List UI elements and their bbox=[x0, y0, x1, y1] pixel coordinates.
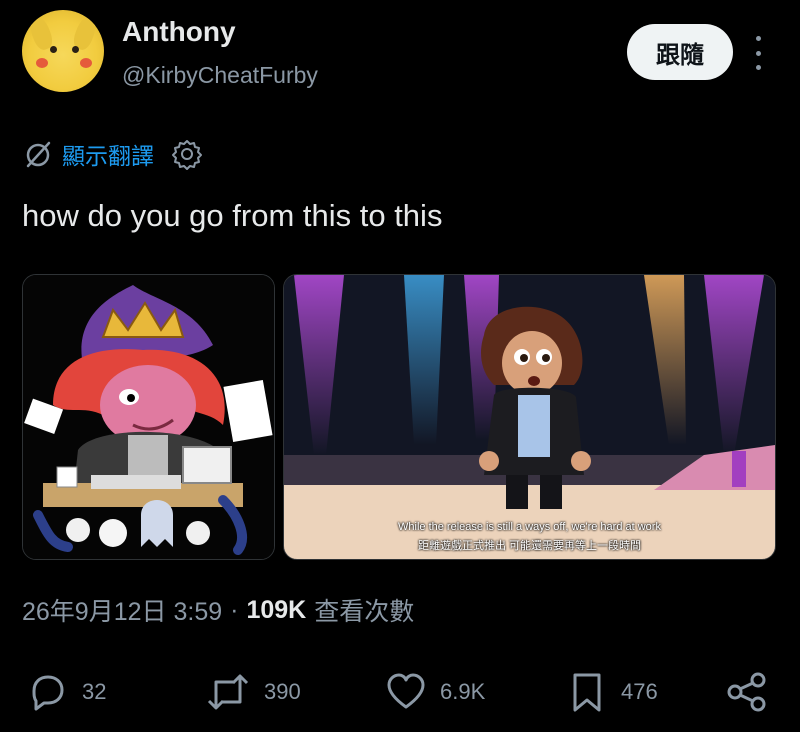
repost-icon bbox=[207, 674, 249, 710]
view-count: 109K bbox=[246, 595, 307, 624]
share-icon bbox=[727, 672, 766, 712]
avatar-eye-right bbox=[72, 46, 79, 53]
tweet-image-1[interactable] bbox=[22, 274, 275, 560]
like-button[interactable]: 6.9K bbox=[384, 668, 485, 716]
more-vertical-icon[interactable] bbox=[748, 36, 768, 70]
reply-count: 32 bbox=[82, 679, 107, 704]
avatar-eye-left bbox=[50, 46, 57, 53]
show-translation-link[interactable]: 顯示翻譯 bbox=[62, 137, 154, 171]
tweet-image-2[interactable]: While the release is still a ways off, w… bbox=[283, 274, 776, 560]
repost-button[interactable]: 390 bbox=[204, 668, 301, 716]
gear-icon[interactable] bbox=[170, 137, 204, 171]
heart-icon bbox=[387, 673, 425, 709]
reply-icon bbox=[32, 675, 64, 711]
view-count-label: 查看次數 bbox=[314, 598, 415, 626]
display-name[interactable]: Anthony bbox=[122, 16, 236, 48]
reply-button[interactable]: 32 bbox=[26, 668, 106, 716]
meta-separator: · bbox=[230, 595, 239, 624]
user-handle[interactable]: @KirbyCheatFurby bbox=[122, 62, 318, 89]
repost-count: 390 bbox=[264, 679, 301, 704]
animated-character-image bbox=[284, 275, 775, 559]
tweet-meta: 26年9月12日 3:59 · 109K 查看次數 bbox=[22, 590, 414, 630]
avatar[interactable] bbox=[22, 10, 104, 92]
globe-icon bbox=[26, 141, 51, 168]
video-subtitle-chinese: 距離遊戲正式推出 可能還需要再等上一段時間 bbox=[417, 540, 642, 552]
bookmark-icon bbox=[573, 673, 601, 712]
avatar-cheek-right bbox=[80, 58, 92, 68]
tweet-datetime[interactable]: 26年9月12日 3:59 bbox=[22, 592, 222, 628]
video-subtitle-english: While the release is still a ways off, w… bbox=[398, 521, 661, 533]
bookmark-count: 476 bbox=[621, 679, 658, 704]
share-button[interactable] bbox=[725, 668, 769, 716]
cartoon-hacker-image bbox=[23, 275, 274, 559]
translate-row: 顯示翻譯 bbox=[22, 136, 204, 172]
like-count: 6.9K bbox=[440, 679, 486, 704]
bookmark-button[interactable]: 476 bbox=[565, 668, 658, 716]
follow-button[interactable]: 跟隨 bbox=[627, 24, 733, 80]
avatar-cheek-left bbox=[36, 58, 48, 68]
tweet-text: how do you go from this to this bbox=[22, 198, 443, 233]
